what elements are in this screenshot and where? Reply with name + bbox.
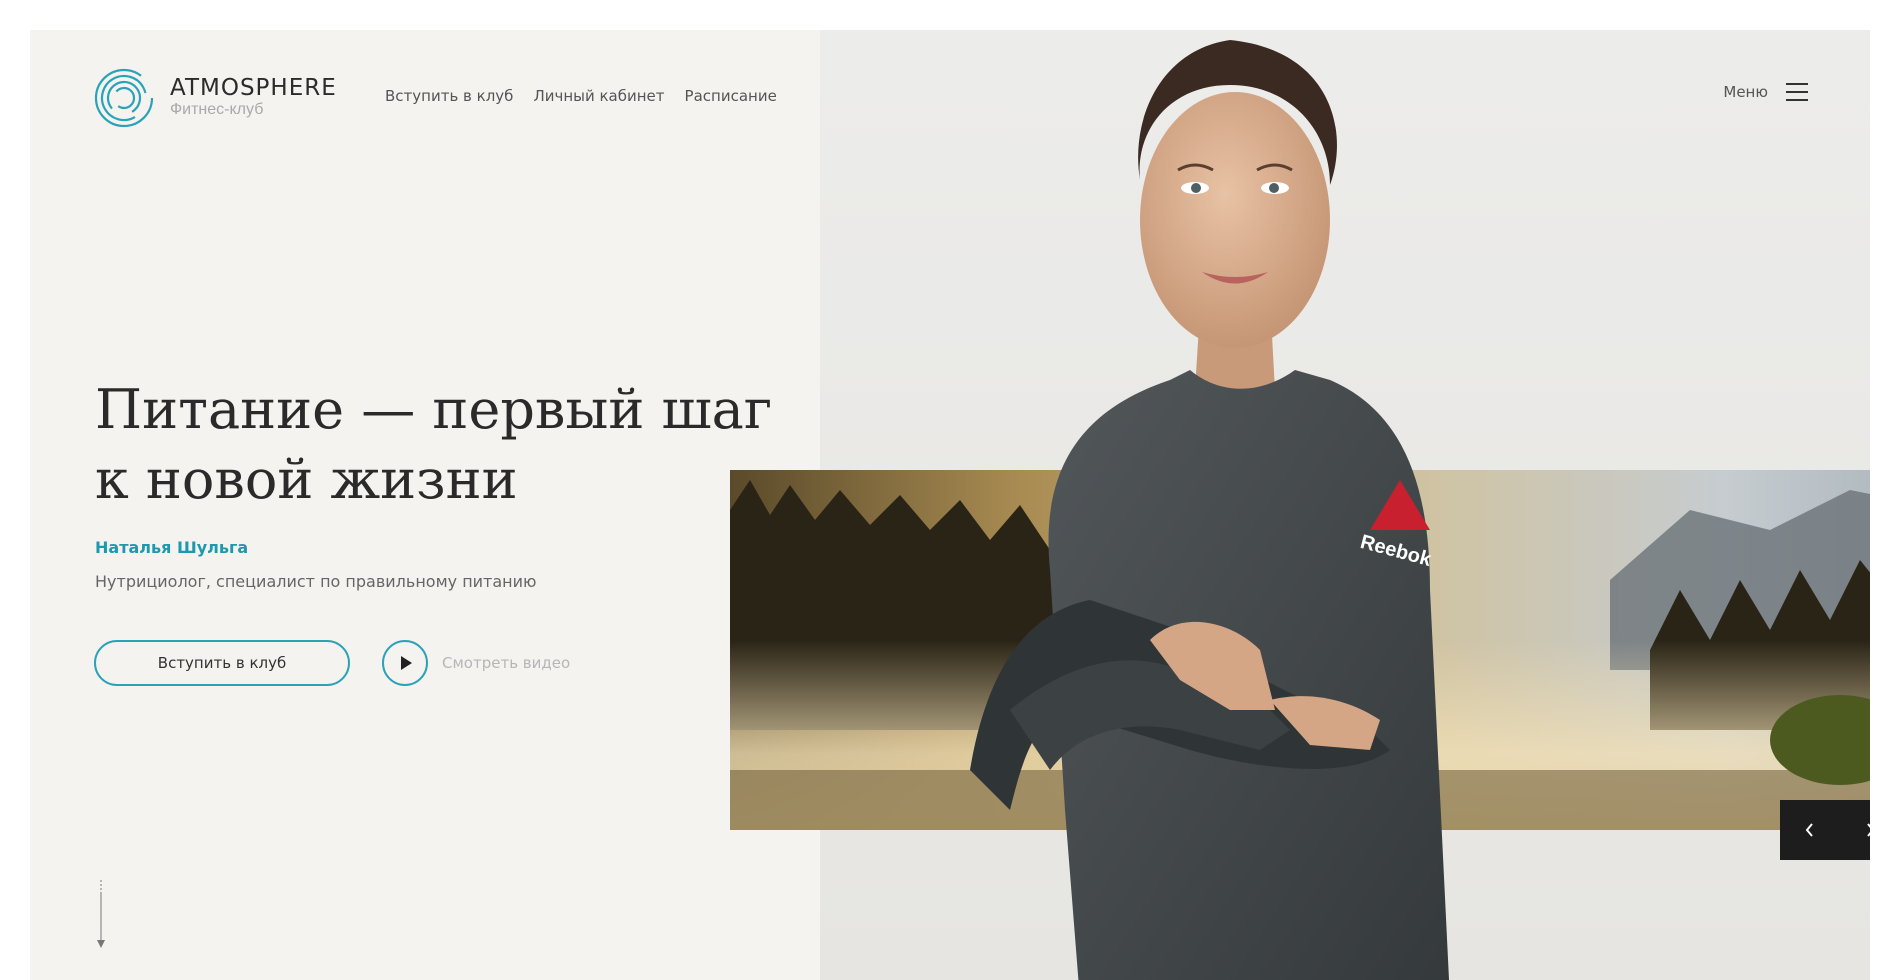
trainer-photo: Reebok [970, 40, 1450, 980]
brand-logo[interactable]: ATMOSPHERE Фитнес-клуб [94, 68, 337, 128]
brand-name: ATMOSPHERE [170, 75, 337, 101]
slider-prev-button[interactable] [1780, 800, 1840, 860]
logo-rings-icon [94, 68, 154, 128]
join-club-button[interactable]: Вступить в клуб [94, 640, 350, 686]
brand-subtitle: Фитнес-клуб [170, 101, 264, 118]
watch-video-button[interactable]: Смотреть видео [382, 640, 570, 686]
hamburger-menu-icon [1786, 82, 1808, 102]
author-name: Наталья Шульга [95, 538, 249, 557]
menu-label: Меню [1723, 83, 1768, 101]
slider-next-button[interactable] [1840, 800, 1870, 860]
main-nav: Вступить в клуб Личный кабинет Расписани… [385, 87, 777, 105]
hero-title-line-2: к новой жизни [95, 448, 518, 511]
slider-navigation [1780, 800, 1870, 860]
play-icon [382, 640, 428, 686]
nav-join-club[interactable]: Вступить в клуб [385, 87, 513, 105]
author-role: Нутрициолог, специалист по правильному п… [95, 572, 537, 591]
nav-schedule[interactable]: Расписание [685, 87, 777, 105]
chevron-right-icon [1867, 823, 1870, 837]
watch-video-label: Смотреть видео [442, 654, 571, 672]
hero-title-line-1: Питание — первый шаг [95, 378, 773, 441]
hero-title: Питание — первый шаг к новой жизни [95, 375, 775, 515]
chevron-left-icon [1805, 823, 1813, 837]
scroll-down-icon[interactable] [96, 880, 106, 950]
nav-personal-account[interactable]: Личный кабинет [533, 87, 664, 105]
menu-button[interactable]: Меню [1723, 82, 1808, 102]
page-container: ATMOSPHERE Фитнес-клуб Вступить в клуб Л… [30, 30, 1870, 980]
